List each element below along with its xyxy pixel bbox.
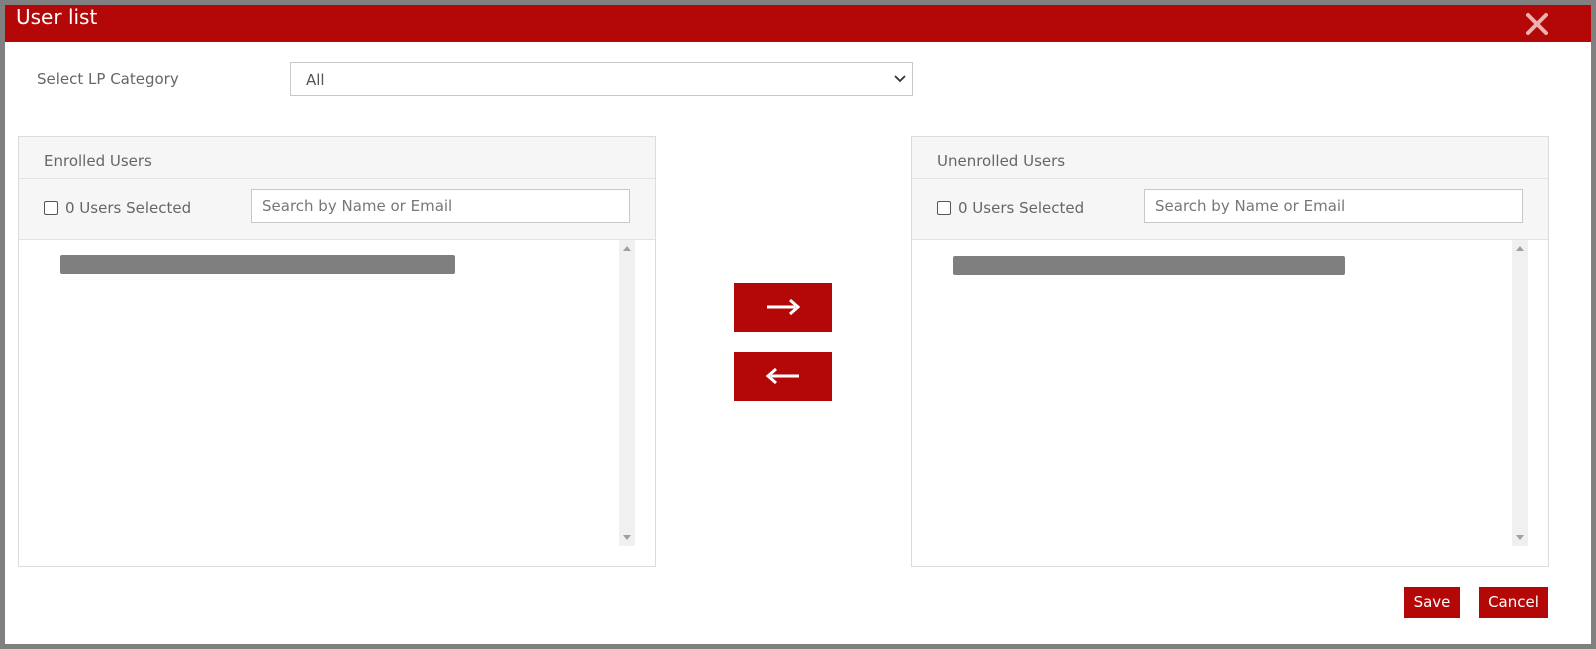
enrolled-users-toolbar: 0 Users Selected bbox=[19, 179, 655, 240]
arrow-right-icon bbox=[767, 298, 801, 316]
arrow-left-icon bbox=[765, 367, 799, 385]
scroll-up-icon[interactable] bbox=[1516, 245, 1524, 251]
close-icon[interactable] bbox=[1525, 12, 1549, 36]
chevron-down-icon bbox=[894, 75, 906, 83]
category-select-value: All bbox=[306, 71, 325, 89]
category-label: Select LP Category bbox=[37, 70, 179, 88]
unenrolled-users-toolbar: 0 Users Selected bbox=[912, 179, 1548, 240]
dialog-titlebar: User list bbox=[5, 5, 1591, 42]
scroll-up-icon[interactable] bbox=[623, 245, 631, 251]
unenrolled-users-title: Unenrolled Users bbox=[937, 152, 1066, 170]
move-to-enrolled-button[interactable] bbox=[734, 352, 832, 401]
enrolled-selected-count: 0 Users Selected bbox=[65, 199, 192, 217]
enrolled-search-input[interactable] bbox=[251, 189, 630, 223]
unenrolled-list-scrollbar[interactable] bbox=[1512, 240, 1528, 546]
save-button[interactable]: Save bbox=[1404, 587, 1460, 618]
list-item[interactable] bbox=[953, 256, 1345, 275]
category-select[interactable]: All bbox=[290, 62, 913, 96]
cancel-button[interactable]: Cancel bbox=[1479, 587, 1548, 618]
unenrolled-selected-count: 0 Users Selected bbox=[958, 199, 1085, 217]
unenrolled-select-all-checkbox[interactable] bbox=[937, 201, 951, 215]
enrolled-users-header: Enrolled Users bbox=[19, 137, 655, 179]
unenrolled-users-list bbox=[912, 240, 1548, 566]
enrolled-list-scrollbar[interactable] bbox=[619, 240, 635, 546]
enrolled-users-panel: Enrolled Users 0 Users Selected bbox=[18, 136, 656, 567]
list-item[interactable] bbox=[60, 255, 455, 274]
scroll-down-icon[interactable] bbox=[623, 535, 631, 541]
unenrolled-search-input[interactable] bbox=[1144, 189, 1523, 223]
unenrolled-users-header: Unenrolled Users bbox=[912, 137, 1548, 179]
scroll-down-icon[interactable] bbox=[1516, 535, 1524, 541]
enrolled-users-title: Enrolled Users bbox=[44, 152, 152, 170]
dialog-title: User list bbox=[16, 5, 98, 29]
move-to-unenrolled-button[interactable] bbox=[734, 283, 832, 332]
enrolled-users-list bbox=[19, 240, 655, 566]
user-list-dialog: User list Select LP Category All Enrolle… bbox=[5, 5, 1591, 644]
enrolled-select-all-checkbox[interactable] bbox=[44, 201, 58, 215]
unenrolled-users-panel: Unenrolled Users 0 Users Selected bbox=[911, 136, 1549, 567]
